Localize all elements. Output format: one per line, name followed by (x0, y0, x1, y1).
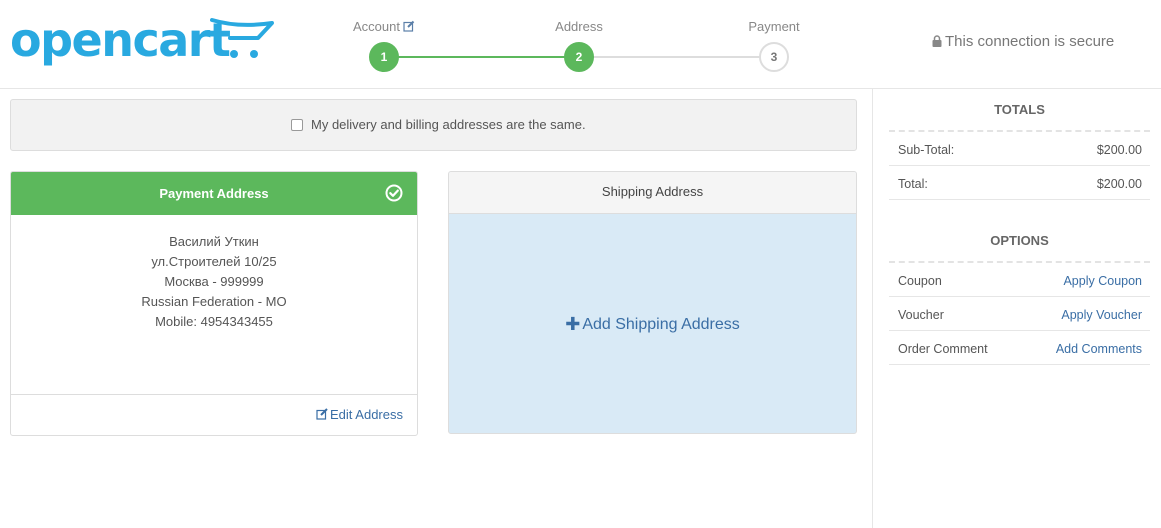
payment-address-title: Payment Address (159, 186, 269, 201)
coupon-label: Coupon (898, 274, 942, 288)
add-comments-link[interactable]: Add Comments (1056, 342, 1142, 356)
address-street: ул.Строителей 10/25 (151, 254, 277, 269)
shipping-address-panel: Shipping Address ✚ Add Shipping Address (448, 171, 857, 434)
step-payment-circle: 3 (759, 42, 789, 72)
total-value: $200.00 (1096, 177, 1142, 191)
check-circle-icon (385, 184, 403, 202)
subtotal-label: Sub-Total: (898, 143, 955, 157)
edit-address-link[interactable]: Edit Address (316, 407, 403, 422)
options-title: OPTIONS (990, 233, 1049, 248)
payment-address-header: Payment Address (11, 172, 417, 215)
secure-connection-notice: This connection is secure (932, 33, 1114, 50)
edit-icon (316, 408, 328, 420)
voucher-label: Voucher (898, 308, 944, 322)
step-address-label: Address (555, 19, 603, 34)
add-shipping-address-button[interactable]: ✚ Add Shipping Address (449, 214, 856, 433)
totals-title: TOTALS (994, 102, 1045, 117)
same-address-box: My delivery and billing addresses are th… (10, 99, 857, 151)
options-row-coupon: Coupon Apply Coupon (889, 263, 1150, 297)
secure-text: This connection is secure (945, 33, 1115, 50)
same-address-option[interactable]: My delivery and billing addresses are th… (291, 117, 586, 132)
address-city: Москва - 999999 (164, 274, 264, 289)
totals-row-subtotal: Sub-Total: $200.00 (889, 132, 1150, 166)
payment-address-footer: Edit Address (11, 394, 417, 435)
order-summary-sidebar: TOTALS Sub-Total: $200.00 Total: $200.00… (872, 89, 1161, 528)
lock-icon (932, 35, 942, 47)
step-connector-todo (579, 56, 774, 58)
options-row-voucher: Voucher Apply Voucher (889, 297, 1150, 331)
payment-address-panel: Payment Address Василий Уткин ул.Строите… (10, 171, 418, 436)
step-address-circle: 2 (564, 42, 594, 72)
checkout-header: opencart Account 1 Address 2 Payment 3 T… (0, 0, 1161, 89)
same-address-label: My delivery and billing addresses are th… (311, 117, 586, 132)
apply-voucher-link[interactable]: Apply Voucher (1061, 308, 1142, 322)
cart-logo-icon (210, 18, 274, 58)
step-payment-label: Payment (748, 19, 800, 34)
total-label: Total: (898, 177, 928, 191)
opencart-logo[interactable]: opencart (10, 14, 275, 70)
apply-coupon-link[interactable]: Apply Coupon (1063, 274, 1142, 288)
checkout-steps: Account 1 Address 2 Payment 3 (340, 0, 810, 88)
step-connector-done (384, 56, 579, 58)
edit-icon (403, 20, 415, 32)
totals-row-total: Total: $200.00 (889, 166, 1150, 200)
payment-address-details: Василий Уткин ул.Строителей 10/25 Москва… (11, 215, 417, 394)
logo-text: opencart (10, 13, 231, 67)
subtotal-value: $200.00 (1096, 143, 1142, 157)
address-country: Russian Federation - MO (141, 294, 287, 309)
address-phone: Mobile: 4954343455 (155, 314, 273, 329)
shipping-address-header: Shipping Address (449, 172, 856, 214)
add-shipping-address-label: Add Shipping Address (582, 315, 740, 333)
same-address-checkbox[interactable] (291, 119, 303, 131)
order-comment-label: Order Comment (898, 342, 988, 356)
options-row-comment: Order Comment Add Comments (889, 331, 1150, 365)
address-name: Василий Уткин (169, 234, 259, 249)
edit-address-label: Edit Address (330, 407, 403, 422)
plus-icon: ✚ (565, 314, 581, 334)
step-account-circle[interactable]: 1 (369, 42, 399, 72)
step-account-label[interactable]: Account (353, 19, 415, 34)
